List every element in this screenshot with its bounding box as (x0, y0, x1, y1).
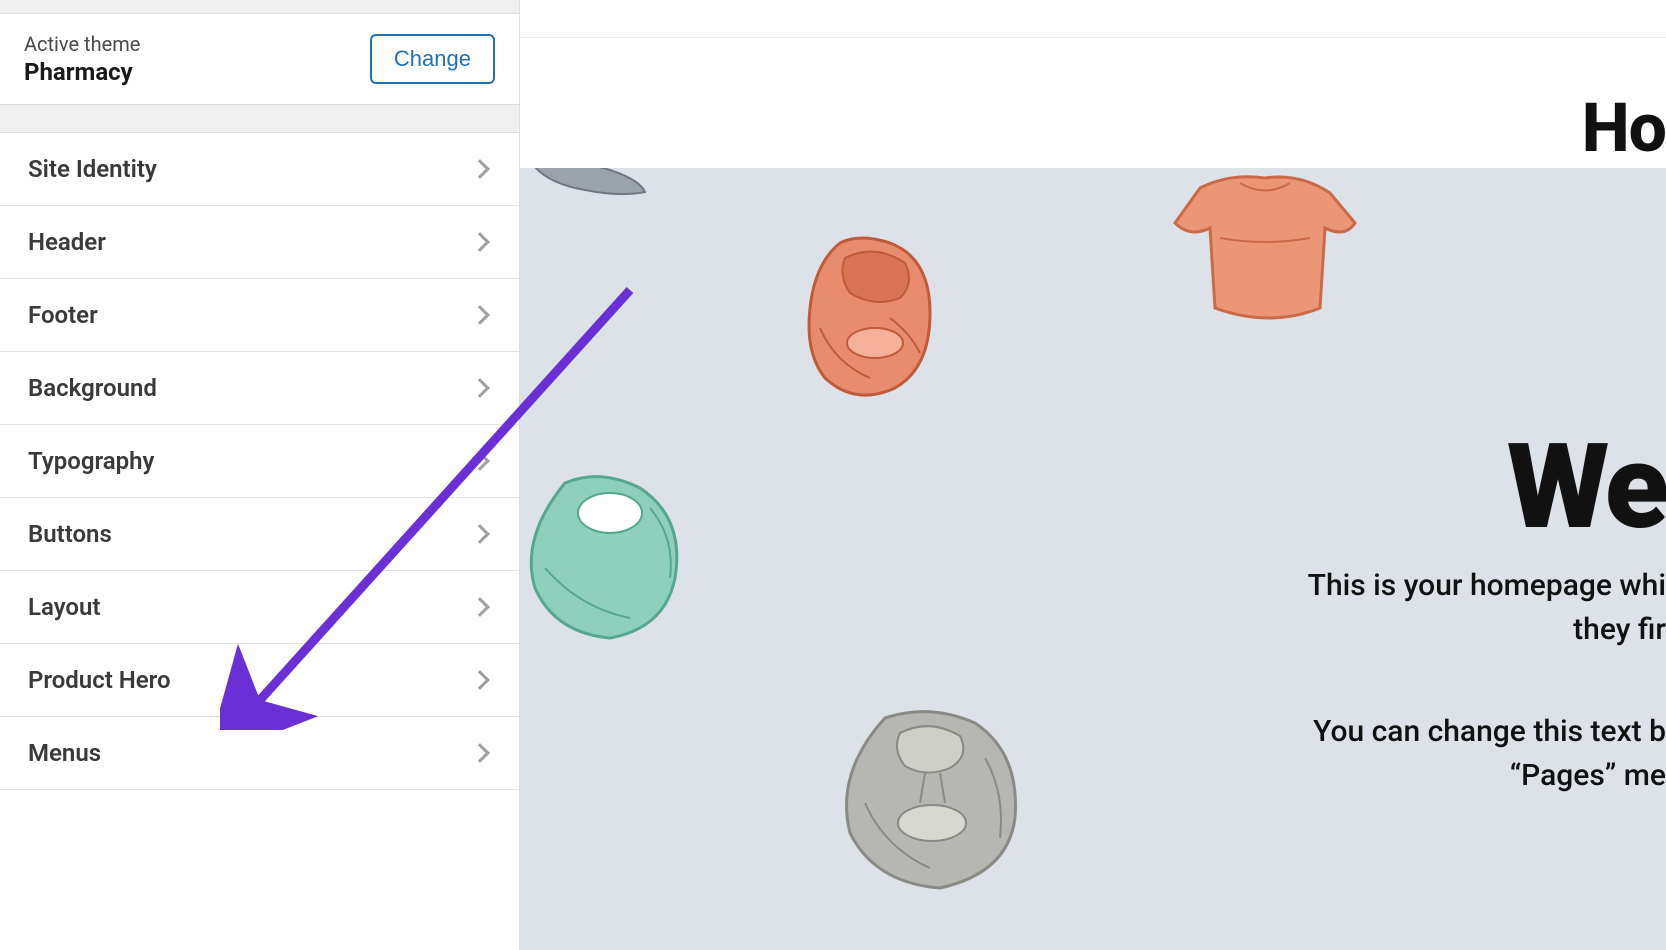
active-theme-info: Active theme Pharmacy (24, 32, 140, 86)
chevron-right-icon (470, 232, 490, 252)
clothing-illustration-icon (530, 168, 650, 202)
hero-text-line: You can change this text b (1313, 714, 1666, 749)
menu-item-site-identity[interactable]: Site Identity (0, 133, 519, 206)
site-preview: Ho (520, 0, 1666, 950)
grey-hoodie-illustration-icon (820, 698, 1040, 898)
preview-toolbar-strip (520, 0, 1666, 38)
chevron-right-icon (470, 451, 490, 471)
active-theme-name: Pharmacy (24, 58, 140, 86)
page-title: Ho (1582, 88, 1666, 168)
menu-item-label: Layout (28, 593, 100, 621)
chevron-right-icon (470, 524, 490, 544)
hero-text-line: they fir (1573, 612, 1666, 647)
menu-item-label: Site Identity (28, 155, 157, 183)
chevron-right-icon (470, 159, 490, 179)
sidebar-divider (0, 105, 519, 133)
menu-item-label: Product Hero (28, 666, 171, 694)
menu-item-layout[interactable]: Layout (0, 571, 519, 644)
hero-heading: We (1507, 418, 1666, 556)
menu-item-label: Header (28, 228, 106, 256)
chevron-right-icon (470, 378, 490, 398)
sweater-illustration-icon (520, 458, 710, 658)
menu-item-footer[interactable]: Footer (0, 279, 519, 352)
menu-item-label: Buttons (28, 520, 112, 548)
hero-background (520, 168, 1666, 950)
menu-item-buttons[interactable]: Buttons (0, 498, 519, 571)
customizer-sidebar: Active theme Pharmacy Change Site Identi… (0, 0, 520, 950)
menu-item-product-hero[interactable]: Product Hero (0, 644, 519, 717)
active-theme-label: Active theme (24, 32, 140, 56)
customizer-menu-list: Site Identity Header Footer Background T… (0, 133, 519, 790)
change-theme-button[interactable]: Change (370, 34, 495, 84)
menu-item-header[interactable]: Header (0, 206, 519, 279)
active-theme-section: Active theme Pharmacy Change (0, 14, 519, 105)
hoodie-illustration-icon (780, 228, 970, 418)
sidebar-top-strip (0, 0, 519, 14)
chevron-right-icon (470, 597, 490, 617)
menu-item-label: Footer (28, 301, 98, 329)
chevron-right-icon (470, 670, 490, 690)
menu-item-menus[interactable]: Menus (0, 717, 519, 790)
menu-item-label: Background (28, 374, 157, 402)
hero-text-line: “Pages” me (1510, 758, 1666, 793)
menu-item-typography[interactable]: Typography (0, 425, 519, 498)
chevron-right-icon (470, 743, 490, 763)
menu-item-label: Menus (28, 739, 101, 767)
chevron-right-icon (470, 305, 490, 325)
menu-item-background[interactable]: Background (0, 352, 519, 425)
tshirt-illustration-icon (1160, 168, 1370, 338)
hero-text-line: This is your homepage whi (1308, 568, 1666, 603)
menu-item-label: Typography (28, 447, 154, 475)
